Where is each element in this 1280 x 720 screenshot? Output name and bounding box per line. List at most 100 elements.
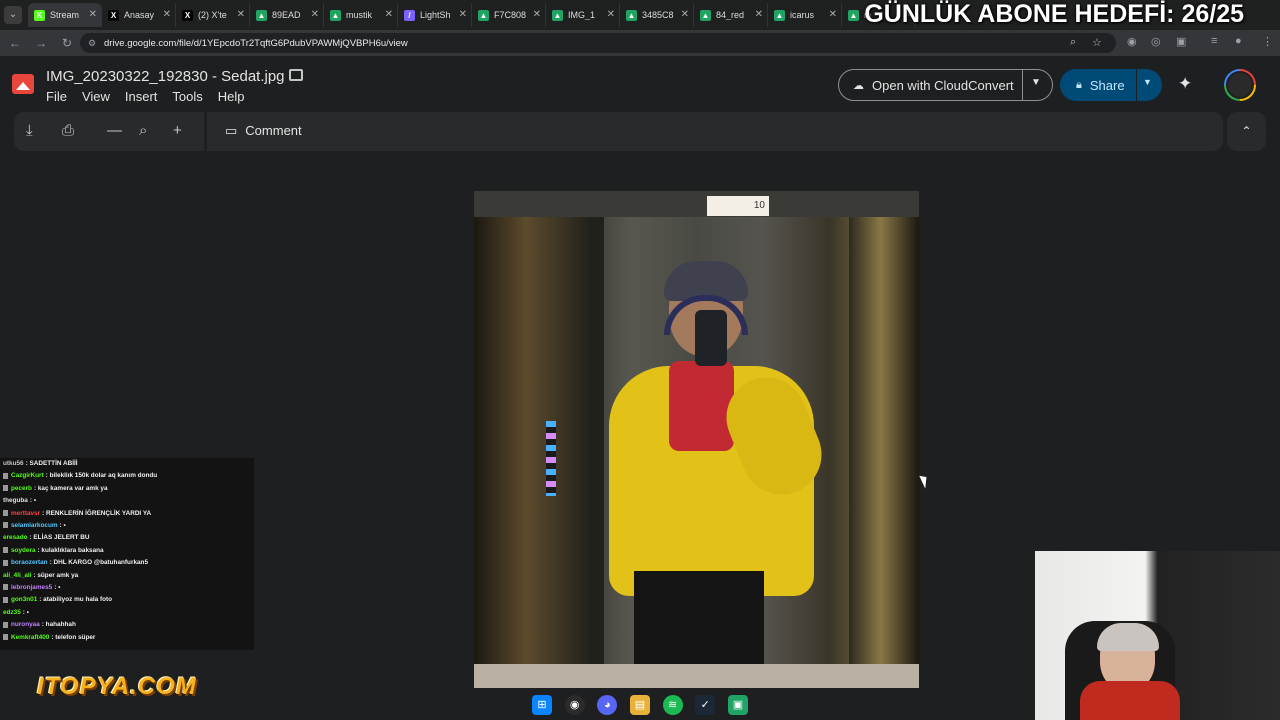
- browser-tab[interactable]: X (2) X'te ✕: [176, 3, 250, 27]
- tab-title: F7C808: [494, 10, 527, 20]
- chat-badge-icon: [3, 559, 8, 566]
- close-tab-icon[interactable]: ✕: [755, 9, 763, 20]
- menu-item-tools[interactable]: Tools: [172, 89, 202, 104]
- browser-tab[interactable]: X Anasay ✕: [102, 3, 176, 27]
- drive-header: IMG_20230322_192830 - Sedat.jpg File View…: [0, 56, 1280, 112]
- chevron-down-icon[interactable]: ▼: [1031, 77, 1041, 88]
- steam-icon[interactable]: ✓: [695, 695, 716, 715]
- profile-icon[interactable]: ●: [1235, 35, 1242, 47]
- image-preview: 10: [474, 191, 919, 688]
- tab-favicon-icon: ▲: [774, 9, 785, 21]
- chat-username: CazgirKurt: [11, 472, 44, 480]
- close-tab-icon[interactable]: ✕: [533, 9, 541, 20]
- browser-tab[interactable]: ▲ mustik ✕: [324, 3, 398, 27]
- close-tab-icon[interactable]: ✕: [163, 9, 171, 20]
- tab-favicon-icon: X: [108, 9, 119, 21]
- url-omnibox[interactable]: ⚙ drive.google.com/file/d/1YEpcdoTr2Tqft…: [80, 33, 1116, 53]
- chat-badge-icon: [3, 509, 8, 516]
- chat-username: lebronjames5: [11, 584, 53, 592]
- zoom-icon[interactable]: ⌕: [1070, 36, 1076, 49]
- discord-icon[interactable]: ◕: [597, 695, 618, 715]
- spotify-icon[interactable]: ≋: [662, 695, 683, 715]
- close-tab-icon[interactable]: ✕: [385, 9, 393, 20]
- app-icon[interactable]: ▣: [727, 695, 748, 715]
- sidepanel-icon[interactable]: ≡: [1211, 35, 1217, 47]
- chat-username: nuronyaa: [11, 621, 40, 629]
- move-to-folder-icon[interactable]: [289, 69, 303, 81]
- chat-text: : kulaklıklara baksana: [37, 546, 104, 554]
- chat-message: theguba: ▪: [3, 495, 254, 507]
- file-explorer-icon[interactable]: ▤: [629, 695, 650, 715]
- comment-icon: ▭: [225, 123, 238, 138]
- windows-start-icon[interactable]: ⊞: [532, 695, 552, 715]
- browser-tab[interactable]: / LightSh ✕: [398, 3, 472, 27]
- chat-message: ali_4li_ali: süper amk ya: [3, 570, 254, 582]
- puzzle-icon[interactable]: ▣: [1176, 35, 1186, 48]
- chat-badge-icon: [3, 522, 8, 529]
- extension-icon[interactable]: ◎: [1151, 35, 1161, 48]
- elevator-wall: [474, 191, 604, 688]
- person-scarf: [669, 361, 734, 451]
- tab-title: 3485C8: [642, 10, 674, 20]
- browser-tab[interactable]: ▲ IMG_1 ✕: [546, 3, 620, 27]
- browser-tab[interactable]: ▲ 84_red ✕: [694, 3, 768, 27]
- tab-favicon-icon: X: [182, 9, 193, 21]
- menu-item-insert[interactable]: Insert: [125, 89, 158, 104]
- chat-text: : ▪: [29, 497, 37, 505]
- chrome-icon[interactable]: ◉: [564, 695, 585, 715]
- browser-tab[interactable]: ▲ F7C808 ✕: [472, 3, 546, 27]
- tab-search-icon[interactable]: ⌄: [4, 6, 22, 24]
- extension-icon[interactable]: ◉: [1127, 35, 1137, 48]
- forward-icon[interactable]: →: [30, 32, 52, 54]
- mouse-cursor: [919, 473, 931, 489]
- open-with-button[interactable]: ☁ Open with CloudConvert ▼: [838, 69, 1053, 101]
- browser-tab[interactable]: K Stream ✕: [28, 3, 102, 27]
- close-tab-icon[interactable]: ✕: [89, 9, 97, 20]
- chevron-down-icon[interactable]: ▼: [1143, 77, 1152, 87]
- chat-badge-icon: [3, 621, 8, 628]
- menu-item-view[interactable]: View: [82, 89, 110, 104]
- viewer-toolbar: ⤓ ⎙ — ⌕ +: [14, 112, 204, 151]
- chat-username: merttavsr: [11, 509, 41, 517]
- comment-button[interactable]: ▭ Comment: [225, 123, 302, 139]
- zoom-in-icon[interactable]: ⌕: [139, 122, 147, 139]
- browser-tab[interactable]: ▲ 89EAD ✕: [250, 3, 324, 27]
- menu-item-file[interactable]: File: [46, 89, 67, 104]
- tab-title: 84_red: [716, 10, 745, 20]
- more-menu-icon[interactable]: ⋮: [1262, 35, 1273, 48]
- back-icon[interactable]: ←: [4, 32, 26, 54]
- chat-badge-icon: [3, 634, 8, 640]
- gemini-sparkle-icon[interactable]: ✦: [1178, 74, 1192, 94]
- sponsor-logo: ITOPYA.COM: [37, 673, 197, 700]
- close-tab-icon[interactable]: ✕: [829, 9, 837, 20]
- chat-message: pecerb: kaç kamera var amk ya: [3, 483, 254, 495]
- reload-icon[interactable]: ↻: [56, 32, 78, 54]
- chat-message: utku56: SADETTİN ABİİİ: [3, 458, 254, 470]
- collapse-toolbar-icon[interactable]: ⌃: [1227, 112, 1266, 151]
- menu-item-help[interactable]: Help: [218, 89, 245, 104]
- tab-title: 89EAD: [272, 10, 301, 20]
- close-tab-icon[interactable]: ✕: [237, 9, 245, 20]
- zoom-out-icon[interactable]: —: [107, 122, 122, 139]
- browser-tab[interactable]: ▲ 3485C8 ✕: [620, 3, 694, 27]
- smartphone: [695, 310, 727, 366]
- bookmark-star-icon[interactable]: ☆: [1092, 36, 1102, 49]
- subscriber-goal-overlay: GÜNLÜK ABONE HEDEFİ: 26/25: [864, 0, 1244, 28]
- chat-text: : hahahhah: [41, 621, 76, 629]
- share-button[interactable]: 🔒︎ Share ▼: [1060, 69, 1162, 101]
- browser-tab[interactable]: ▲ icarus ✕: [768, 3, 842, 27]
- site-info-icon[interactable]: ⚙: [88, 38, 98, 48]
- tab-title: mustik: [346, 10, 373, 20]
- download-icon[interactable]: ⤓: [26, 122, 33, 139]
- tab-favicon-icon: K: [34, 9, 45, 21]
- close-tab-icon[interactable]: ✕: [681, 9, 689, 20]
- tab-favicon-icon: ▲: [478, 9, 489, 21]
- tab-favicon-icon: ▲: [700, 9, 711, 21]
- account-avatar[interactable]: [1224, 69, 1256, 101]
- print-icon[interactable]: ⎙: [62, 122, 74, 139]
- close-tab-icon[interactable]: ✕: [459, 9, 467, 20]
- close-tab-icon[interactable]: ✕: [607, 9, 615, 20]
- cloudconvert-icon: ☁: [853, 79, 864, 92]
- plus-icon[interactable]: +: [173, 122, 182, 139]
- close-tab-icon[interactable]: ✕: [311, 9, 319, 20]
